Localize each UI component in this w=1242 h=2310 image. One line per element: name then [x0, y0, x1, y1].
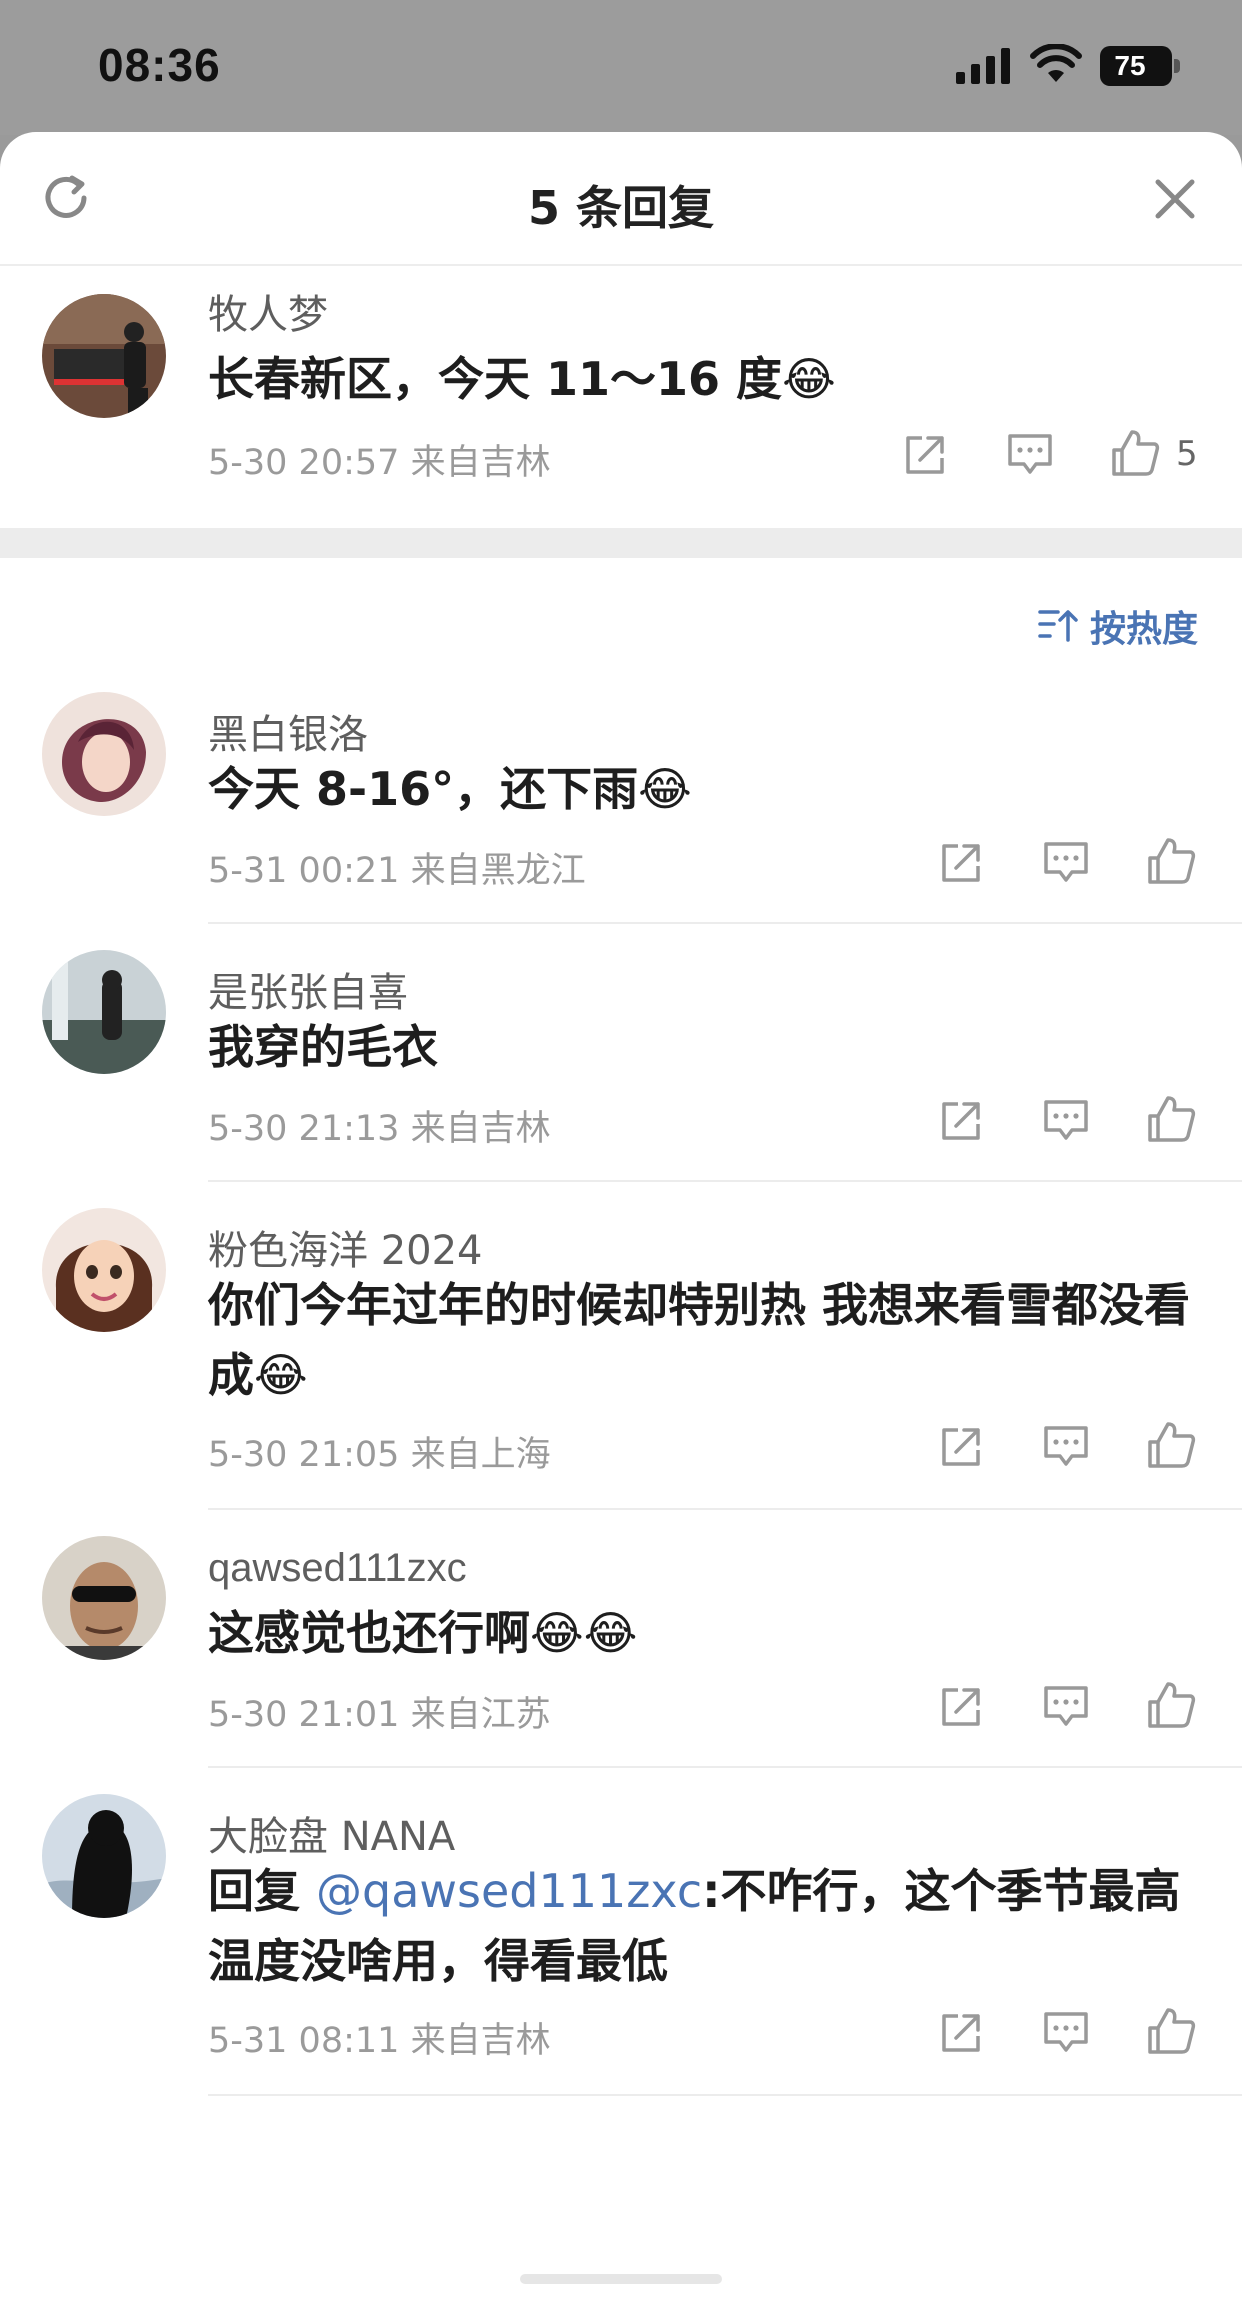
- sort-icon: [1038, 610, 1078, 642]
- laughing-crying-emoji-icon: 😂: [782, 352, 836, 406]
- reply-icon[interactable]: [1042, 1424, 1090, 1470]
- reply-icon[interactable]: [1042, 1098, 1090, 1144]
- comment-text: 你们今年过年的时候却特别热 我想来看雪都没看成😂: [208, 1270, 1208, 1410]
- reply-icon[interactable]: [1042, 1684, 1090, 1730]
- comment-location: 来自吉林: [410, 2021, 551, 2061]
- avatar[interactable]: [42, 294, 166, 418]
- comment-date: 5-30 21:13: [208, 1109, 400, 1149]
- username[interactable]: 大脸盘 NANA: [208, 1804, 455, 1862]
- laughing-crying-emoji-icon: 😂: [254, 1348, 308, 1402]
- comment-location: 来自吉林: [410, 1109, 551, 1149]
- share-icon[interactable]: [902, 432, 948, 478]
- comment-meta: 5-30 20:57 来自吉林: [208, 434, 551, 485]
- comment-text: 我穿的毛衣: [208, 1012, 1208, 1082]
- avatar[interactable]: [42, 1208, 166, 1332]
- comment-location: 来自吉林: [410, 443, 551, 483]
- comment-text: 今天 8-16°，还下雨😂: [208, 754, 1208, 824]
- comment-date: 5-30 21:01: [208, 1695, 400, 1735]
- battery-level: 75: [1114, 50, 1146, 81]
- avatar[interactable]: [42, 950, 166, 1074]
- row-divider: [208, 1180, 1242, 1182]
- comment-text: 这感觉也还行啊😂😂: [208, 1598, 1208, 1668]
- home-indicator[interactable]: [520, 2274, 722, 2284]
- comment-text: 长春新区，今天 11～16 度😂: [208, 344, 1208, 414]
- section-divider: [0, 528, 1242, 558]
- username[interactable]: 是张张自喜: [208, 960, 408, 1018]
- comment-date: 5-30 21:05: [208, 1435, 400, 1475]
- avatar[interactable]: [42, 1536, 166, 1660]
- reply-icon[interactable]: [1042, 840, 1090, 886]
- sort-label: 按热度: [1090, 609, 1199, 650]
- share-icon[interactable]: [938, 840, 984, 886]
- comment-body: 这感觉也还行啊: [208, 1606, 530, 1660]
- share-icon[interactable]: [938, 1098, 984, 1144]
- comment-date: 5-31 00:21: [208, 851, 400, 891]
- sheet-title: 5 条回复: [527, 181, 715, 235]
- comment-location: 来自上海: [410, 1435, 551, 1475]
- comment-body: 你们今年过年的时候却特别热 我想来看雪都没看成: [208, 1278, 1191, 1402]
- laughing-crying-emoji-icon: 😂😂: [530, 1606, 638, 1660]
- like-icon[interactable]: [1146, 836, 1196, 886]
- laughing-crying-emoji-icon: 😂: [638, 762, 692, 816]
- comment-meta: 5-30 21:05 来自上海: [208, 1426, 551, 1477]
- row-divider: [208, 1766, 1242, 1768]
- comment-body: 长春新区，今天 11～16 度: [208, 352, 783, 406]
- sheet-header: 5 条回复: [0, 132, 1242, 266]
- reply-icon[interactable]: [1042, 2010, 1090, 2056]
- reply-prefix: 回复: [208, 1864, 317, 1918]
- close-icon[interactable]: [1150, 174, 1200, 224]
- reply-icon[interactable]: [1006, 432, 1054, 478]
- avatar[interactable]: [42, 1794, 166, 1918]
- row-divider: [208, 1508, 1242, 1510]
- comment-meta: 5-31 00:21 来自黑龙江: [208, 842, 586, 893]
- username[interactable]: 粉色海洋 2024: [208, 1218, 483, 1276]
- comment-text: 回复 @qawsed111zxc:不咋行，这个季节最高温度没啥用，得看最低: [208, 1856, 1208, 1996]
- like-icon[interactable]: [1146, 1680, 1196, 1730]
- comment-meta: 5-31 08:11 来自吉林: [208, 2012, 551, 2063]
- username[interactable]: qawsed111zxc: [208, 1546, 467, 1591]
- avatar[interactable]: [42, 692, 166, 816]
- comment-date: 5-31 08:11: [208, 2021, 400, 2061]
- comment-body: 今天 8-16°，还下雨: [208, 762, 639, 816]
- wifi-icon: [1030, 44, 1082, 82]
- comment-date: 5-30 20:57: [208, 443, 400, 483]
- like-icon[interactable]: [1146, 2006, 1196, 2056]
- battery-icon: 75: [1100, 46, 1180, 86]
- like-icon[interactable]: [1110, 428, 1160, 478]
- status-bar: 08:36 75: [0, 0, 1242, 135]
- replies-sheet: 5 条回复 牧人梦 长春新区，今天 11～16 度😂 5-30 20:57 来自…: [0, 132, 1242, 2310]
- share-icon[interactable]: [938, 2010, 984, 2056]
- like-count: 5: [1176, 434, 1198, 474]
- comment-location: 来自江苏: [410, 1695, 551, 1735]
- comment-body: 我穿的毛衣: [208, 1020, 438, 1074]
- like-icon[interactable]: [1146, 1420, 1196, 1470]
- username[interactable]: 牧人梦: [208, 282, 328, 340]
- cellular-signal-icon: [956, 48, 1010, 84]
- status-time: 08:36: [98, 39, 221, 91]
- mention-link[interactable]: @qawsed111zxc: [316, 1864, 702, 1918]
- share-icon[interactable]: [938, 1684, 984, 1730]
- comment-location: 来自黑龙江: [410, 851, 586, 891]
- comment-meta: 5-30 21:01 来自江苏: [208, 1686, 551, 1737]
- like-icon[interactable]: [1146, 1094, 1196, 1144]
- row-divider: [208, 922, 1242, 924]
- row-divider: [208, 2094, 1242, 2096]
- share-icon[interactable]: [938, 1424, 984, 1470]
- username[interactable]: 黑白银洛: [208, 702, 368, 760]
- comment-meta: 5-30 21:13 来自吉林: [208, 1100, 551, 1151]
